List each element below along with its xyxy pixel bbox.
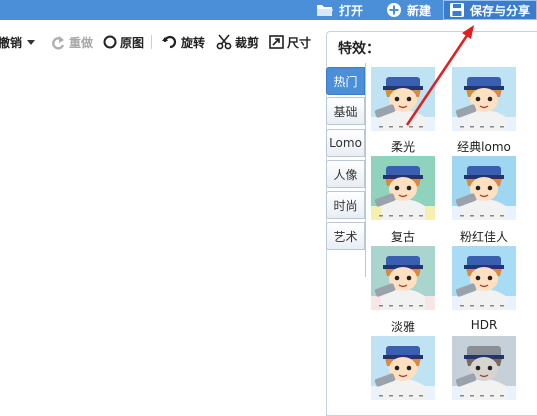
- tab-basic[interactable]: 基础: [326, 97, 365, 125]
- effect-preview-image: [452, 156, 516, 220]
- effect-thumbnail[interactable]: [371, 156, 435, 220]
- folder-icon: [317, 5, 333, 16]
- effect-thumbnail[interactable]: [371, 336, 435, 400]
- crop-label: 裁剪: [235, 35, 260, 50]
- effect-preview-image: [371, 156, 435, 220]
- redo-icon: [52, 36, 65, 50]
- effect-thumbnail[interactable]: [371, 67, 435, 131]
- edit-toolbar: 撤销 重做 原图 旋转 裁剪 尺寸: [0, 25, 325, 59]
- effect-preview-image: [371, 67, 435, 131]
- size-label: 尺寸: [287, 35, 312, 50]
- new-label: 新建: [407, 3, 432, 18]
- undo-label: 撤销: [0, 35, 23, 50]
- effect-preview-image: [452, 67, 516, 131]
- effect-thumbnail[interactable]: [452, 67, 516, 131]
- redo-label: 重做: [69, 35, 94, 50]
- tab-lomo[interactable]: Lomo: [326, 129, 365, 157]
- save-disk-icon: [450, 3, 464, 17]
- tab-hot-label: 热门: [333, 74, 358, 89]
- effect-thumbnail[interactable]: [371, 246, 435, 310]
- tab-portrait[interactable]: 人像: [326, 160, 365, 188]
- effect-thumbnail[interactable]: [452, 156, 516, 220]
- effect-label: 柔光: [390, 140, 415, 154]
- save-share-label: 保存与分享: [470, 3, 531, 18]
- circle-icon: [103, 35, 117, 49]
- toolbar-divider: [151, 35, 152, 49]
- tab-portrait-label: 人像: [333, 167, 358, 182]
- undo-dropdown-button[interactable]: [26, 25, 39, 59]
- open-label: 打开: [339, 3, 364, 18]
- effect-label: 复古: [390, 230, 415, 244]
- resize-icon: [269, 35, 284, 49]
- new-button[interactable]: 新建: [386, 0, 431, 20]
- rotate-label: 旋转: [181, 35, 206, 50]
- crop-button[interactable]: 裁剪: [216, 25, 259, 59]
- top-bar: 打开 新建 保存与分享: [0, 0, 537, 20]
- effects-panel: 特效： 热门 基础 Lomo 人像 时尚 艺术 柔光 经典lomo 复古 粉红佳…: [326, 31, 537, 416]
- effect-preview-image: [452, 336, 516, 400]
- save-share-button[interactable]: 保存与分享: [443, 0, 537, 20]
- undo-button[interactable]: 撤销: [0, 25, 22, 59]
- tab-fashion[interactable]: 时尚: [326, 191, 365, 219]
- tab-art-label: 艺术: [333, 229, 358, 244]
- effect-preview-image: [371, 336, 435, 400]
- scissors-icon: [216, 34, 232, 50]
- size-button[interactable]: 尺寸: [269, 25, 311, 59]
- effect-preview-image: [452, 246, 516, 310]
- rotate-icon: [162, 35, 177, 49]
- effect-thumbnail[interactable]: [452, 246, 516, 310]
- effects-title: 特效：: [338, 41, 380, 57]
- open-button[interactable]: 打开: [316, 0, 363, 20]
- effect-thumbnail[interactable]: [452, 336, 516, 400]
- tab-fashion-label: 时尚: [333, 198, 358, 213]
- effect-label: 淡雅: [390, 320, 415, 334]
- tab-hot[interactable]: 热门: [326, 67, 365, 95]
- tab-basic-label: 基础: [333, 104, 358, 119]
- original-button[interactable]: 原图: [103, 25, 144, 59]
- tab-lomo-label: Lomo: [329, 136, 362, 150]
- original-label: 原图: [120, 35, 145, 50]
- effect-label: 经典lomo: [457, 140, 511, 154]
- plus-circle-icon: [387, 3, 401, 17]
- rotate-button[interactable]: 旋转: [162, 25, 205, 59]
- redo-button[interactable]: 重做: [50, 25, 93, 59]
- tab-art[interactable]: 艺术: [326, 222, 365, 250]
- effect-label: 粉红佳人: [459, 230, 508, 244]
- effect-label: HDR: [470, 318, 498, 332]
- effect-preview-image: [371, 246, 435, 310]
- caret-down-icon: [27, 40, 35, 45]
